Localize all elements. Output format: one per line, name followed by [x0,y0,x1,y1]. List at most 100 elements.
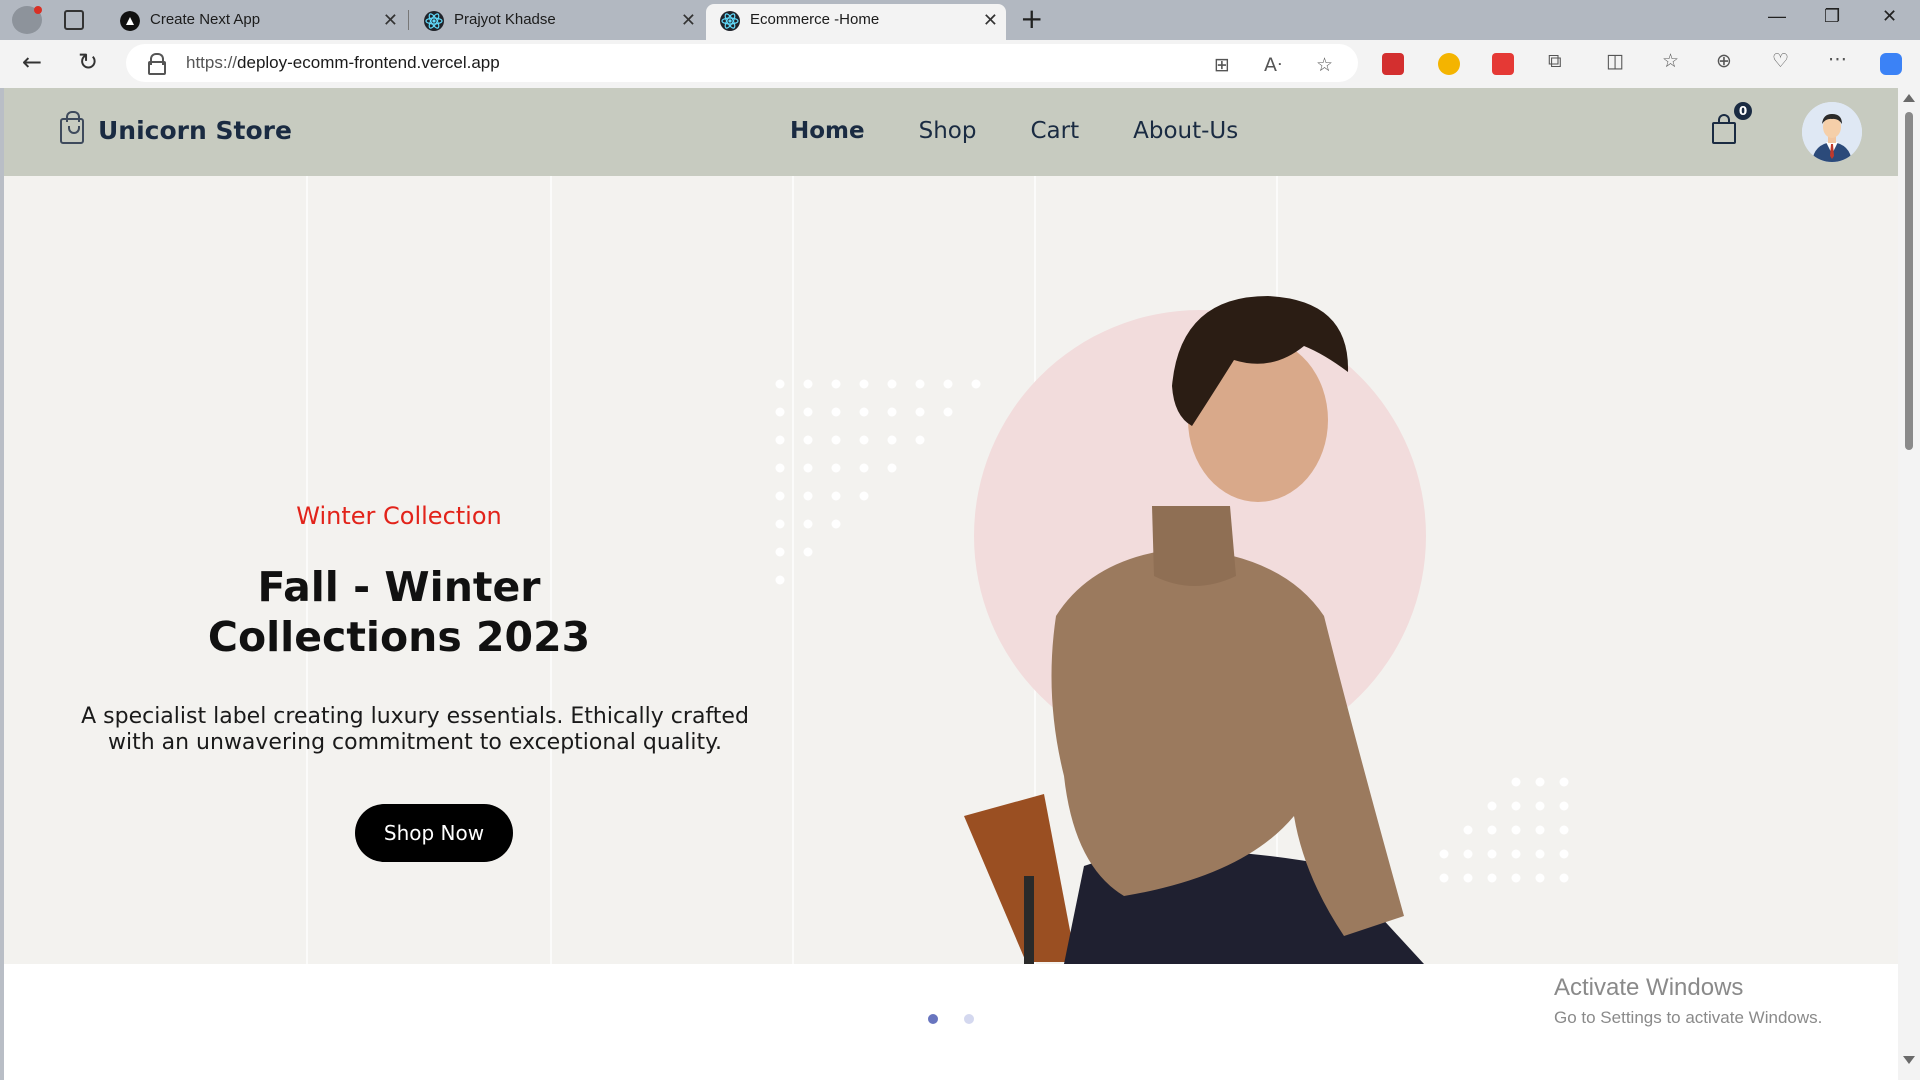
decor-dot [775,491,785,501]
watermark-subtitle: Go to Settings to activate Windows. [1554,1008,1823,1027]
nav-about-us[interactable]: About-Us [1133,118,1238,144]
back-arrow-icon[interactable]: ← [22,48,42,76]
tab-actions-icon[interactable] [64,10,84,30]
decor-dot [1535,801,1545,811]
split-screen-icon[interactable]: ◫ [1606,50,1624,72]
decor-dot [887,379,897,389]
decor-dot [831,491,841,501]
decor-dot [1511,825,1521,835]
hero-headline-line-2: Collections 2023 [207,613,591,661]
nav-home[interactable]: Home [790,118,865,144]
watermark-title: Activate Windows [1554,974,1744,1001]
decor-dot [1535,777,1545,787]
nav-shop[interactable]: Shop [919,118,977,144]
pdf-extension-icon[interactable] [1382,53,1404,75]
decor-dot [1559,825,1569,835]
react-icon [720,11,740,31]
tab-title: Create Next App [150,11,261,28]
collections-icon[interactable]: ⊕ [1716,50,1732,72]
decor-dot [831,407,841,417]
cart-icon-body [1712,122,1736,144]
decor-dot [1487,873,1497,883]
tab-title: Prajyot Khadse [454,11,556,28]
favorites-icon[interactable]: ☆ [1662,50,1679,72]
nextjs-icon [120,11,140,31]
decor-dot [915,407,925,417]
decor-dot [859,379,869,389]
close-window-button[interactable]: ✕ [1882,6,1897,27]
hero-headline: Fall - Winter Collections 2023 [54,562,744,662]
browser-essentials-icon[interactable]: ♡ [1772,50,1789,72]
decor-dot [1463,849,1473,859]
decor-dot [775,435,785,445]
page-scrollbar[interactable] [1898,88,1920,1080]
decor-dot [887,407,897,417]
decor-dot [775,463,785,473]
browser-toolbar: ← ↻ https://deploy-ecomm-frontend.vercel… [0,40,1920,88]
extension-icon[interactable] [1438,53,1460,75]
copilot-icon[interactable] [1880,53,1902,75]
hero-description: A specialist label creating luxury essen… [70,704,760,756]
read-aloud-icon[interactable]: Aᐧ [1264,54,1282,76]
adblock-extension-icon[interactable] [1492,53,1514,75]
decor-dot [1559,801,1569,811]
refresh-icon[interactable]: ↻ [78,48,98,76]
tab-divider [408,10,409,30]
minimize-button[interactable]: — [1768,6,1786,27]
lock-icon[interactable] [148,53,166,75]
scroll-up-arrow-icon[interactable] [1903,94,1915,102]
shop-now-button[interactable]: Shop Now [355,804,513,862]
app-available-icon[interactable]: ⊞ [1214,54,1230,76]
extensions-puzzle-icon[interactable]: ⧉ [1548,50,1562,72]
decor-dot [859,491,869,501]
favorite-star-icon[interactable]: ☆ [1316,54,1333,76]
decor-dot [831,463,841,473]
decor-dot [859,435,869,445]
shopping-bag-icon [60,110,84,144]
decor-dot [915,435,925,445]
cart-count-badge: 0 [1734,102,1752,120]
close-tab-icon[interactable]: ✕ [681,4,696,36]
hero-description-line-1: A specialist label creating luxury essen… [81,704,749,729]
decor-dot [887,435,897,445]
carousel-dot[interactable] [964,1014,974,1024]
scrollbar-thumb[interactable] [1905,112,1913,450]
decor-dot [803,547,813,557]
decor-dot [775,379,785,389]
decor-dot [971,379,981,389]
browser-tab-create-next-app[interactable]: Create Next App ✕ [106,4,406,40]
close-tab-icon[interactable]: ✕ [983,4,998,36]
restore-button[interactable]: ❐ [1824,6,1840,27]
main-nav: Home Shop Cart About-Us [790,118,1292,144]
decor-dot [1559,777,1569,787]
url-text[interactable]: https://deploy-ecomm-frontend.vercel.app [186,53,500,73]
browser-tab-ecommerce-home[interactable]: Ecommerce -Home ✕ [706,4,1006,40]
more-menu-icon[interactable]: ⋯ [1828,48,1847,70]
decor-dot [1463,825,1473,835]
browser-tab-prajyot-khadse[interactable]: Prajyot Khadse ✕ [410,4,704,40]
decor-dot [859,407,869,417]
hero-banner: Winter Collection Fall - Winter Collecti… [4,176,1898,964]
windows-activation-watermark: Activate Windows Go to Settings to activ… [1554,974,1822,1028]
decor-dot [831,379,841,389]
decor-dot [803,519,813,529]
address-bar[interactable]: https://deploy-ecomm-frontend.vercel.app… [126,44,1358,82]
decor-dot [803,491,813,501]
decor-dot [1439,849,1449,859]
nav-cart[interactable]: Cart [1030,118,1079,144]
hero-eyebrow: Winter Collection [296,502,502,530]
scroll-down-arrow-icon[interactable] [1903,1056,1915,1064]
carousel-dot[interactable] [928,1014,938,1024]
avatar[interactable] [1802,102,1862,162]
profile-icon[interactable] [12,6,42,34]
decor-dot [1511,873,1521,883]
user-avatar-icon [1802,102,1862,162]
decor-dot [859,463,869,473]
close-tab-icon[interactable]: ✕ [383,4,398,36]
cart-button[interactable]: 0 [1712,102,1752,144]
url-host: deploy-ecomm-frontend.vercel.app [237,53,500,72]
decor-dot [803,407,813,417]
decor-dot [803,379,813,389]
store-logo[interactable]: Unicorn Store [60,110,292,145]
new-tab-button[interactable]: + [1020,2,1043,35]
